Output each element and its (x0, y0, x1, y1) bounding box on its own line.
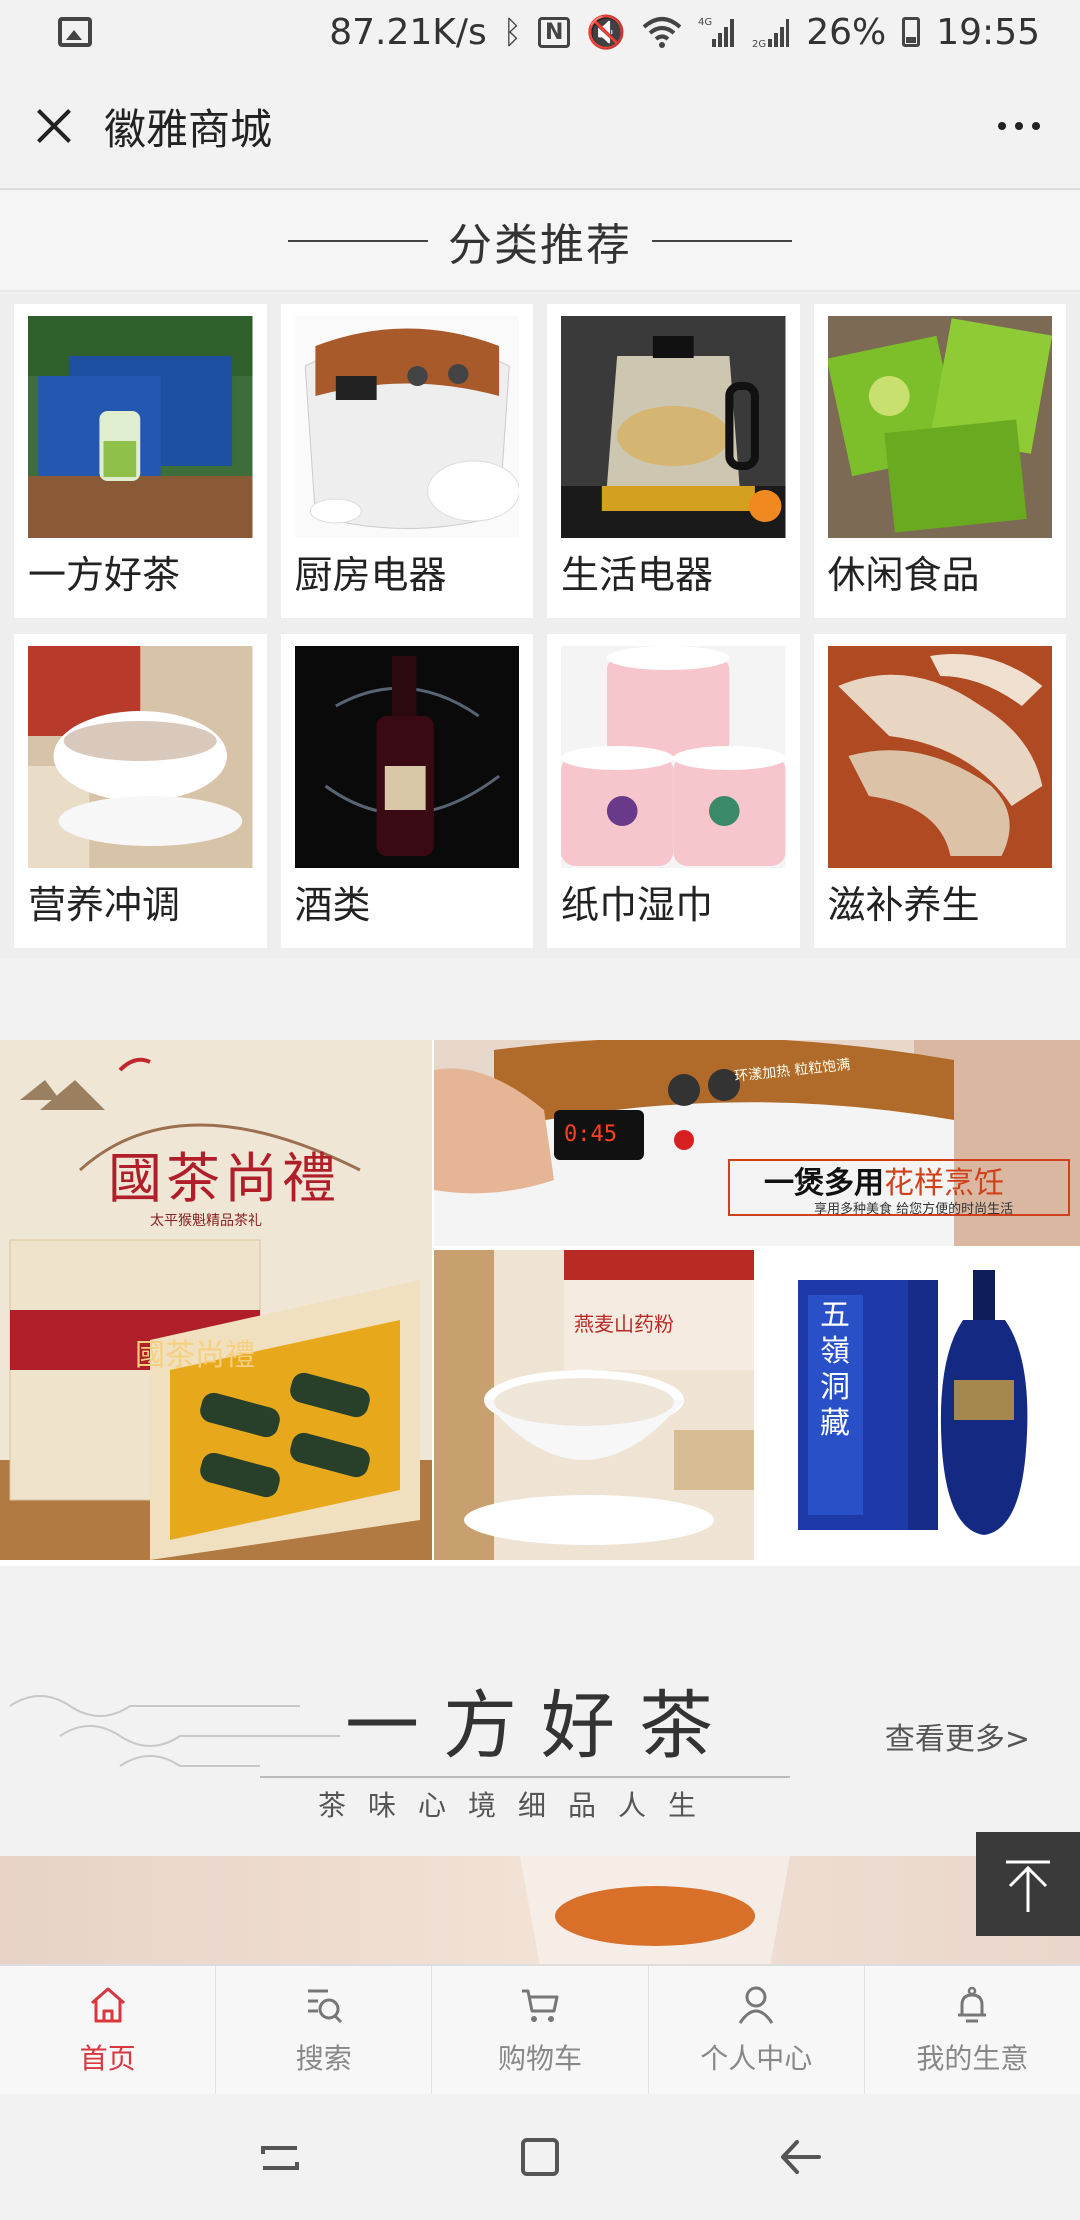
mute-icon: 🔇 (586, 13, 627, 51)
home-icon (90, 1987, 125, 2023)
search-icon (307, 1989, 342, 2024)
category-grid: 一方好茶 厨房电器 生活电器 休闲食品 营养冲调 酒类 纸巾湿巾 滋补养生 (0, 294, 1080, 958)
category-label: 生活电器 (561, 553, 714, 597)
user-icon (738, 1986, 774, 2024)
bluetooth-icon: ᛒ (502, 13, 522, 51)
tea-section-title: 一方好茶 (345, 1683, 737, 1769)
signal-4g-icon: 4G (698, 17, 735, 47)
banner-rice-cooker[interactable]: 0:45 环漾加热 粒粒饱满 一煲多用花样烹饪 享用多种美食 给您方便的时尚生活 (434, 1040, 1080, 1246)
category-label: 滋补养生 (827, 883, 980, 927)
battery-percent: 26% (806, 11, 887, 53)
banner-cooker-slogan: 一煲多用花样烹饪 (764, 1158, 1004, 1202)
more-options-icon[interactable] (988, 102, 1050, 150)
tab-label: 个人中心 (700, 2042, 813, 2075)
divider-left (288, 240, 428, 242)
category-liquor[interactable]: 酒类 (280, 634, 533, 948)
category-label: 一方好茶 (28, 553, 181, 597)
banner-tea-gift[interactable]: 國茶尚禮 太平猴魁精品茶礼 國茶尚禮 (0, 1040, 432, 1560)
signal-2g-icon: 2G (752, 19, 790, 49)
business-icon (958, 1986, 987, 2023)
tab-cart[interactable]: 购物车 (432, 1966, 649, 2094)
banner-liquor[interactable]: 五嶺洞藏 (758, 1250, 1080, 1560)
tab-search[interactable]: 搜索 (216, 1966, 433, 2094)
tab-business[interactable]: 我的生意 (865, 1966, 1080, 2094)
category-liquor-image (294, 646, 519, 868)
banner-cooker-display: 0:45 (564, 1122, 617, 1147)
tea-section-header: 一方好茶 茶味心境细品人生 查看更多> (0, 1566, 1080, 1856)
promo-banners: 國茶尚禮 太平猴魁精品茶礼 國茶尚禮 0:45 环漾加热 粒粒饱满 一煲多用花样… (0, 1040, 1080, 1566)
banner-cooker-slogan-b: 花样烹饪 (884, 1166, 1004, 1201)
category-kitchen-appliance[interactable]: 厨房电器 (280, 304, 533, 618)
wifi-icon (642, 17, 682, 48)
svg-text:4G: 4G (698, 17, 712, 28)
tab-profile[interactable]: 个人中心 (649, 1966, 865, 2094)
banner-cooker-small: 享用多种美食 给您方便的时尚生活 (814, 1202, 1014, 1217)
tab-label: 首页 (79, 2042, 136, 2075)
page-title: 徽雅商城 (104, 104, 273, 154)
back-icon[interactable] (765, 2122, 835, 2192)
category-section-header: 分类推荐 (0, 192, 1080, 292)
divider-right (652, 240, 792, 242)
category-tissues-image (561, 646, 786, 868)
category-health-tonics-image (827, 646, 1052, 868)
tab-label: 购物车 (498, 2042, 583, 2075)
category-tea[interactable]: 一方好茶 (14, 304, 267, 618)
category-home-appliance-image (561, 316, 786, 538)
category-label: 酒类 (294, 883, 371, 927)
category-label: 厨房电器 (294, 553, 447, 597)
tab-home[interactable]: 首页 (0, 1966, 217, 2094)
clock: 19:55 (936, 11, 1040, 53)
category-snacks-image (827, 316, 1052, 538)
tab-label: 搜索 (295, 2042, 352, 2075)
arrow-up-icon (1006, 1860, 1050, 1912)
category-nutrition-drinks-image (28, 646, 253, 868)
back-to-top-button[interactable] (976, 1832, 1080, 1936)
network-speed: 87.21K/s (329, 11, 487, 53)
banner-tea-title: 國茶尚禮 (108, 1147, 340, 1210)
tab-label: 我的生意 (916, 2042, 1029, 2075)
banner-powder-label: 燕麦山药粉 (574, 1312, 674, 1336)
banner-tea-subtitle: 太平猴魁精品茶礼 (150, 1213, 262, 1229)
banner-oat-powder[interactable]: 燕麦山药粉 (434, 1250, 754, 1560)
category-home-appliance[interactable]: 生活电器 (547, 304, 800, 618)
nfc-icon: N (537, 16, 571, 48)
category-section-title: 分类推荐 (448, 220, 632, 271)
category-health-tonics[interactable]: 滋补养生 (813, 634, 1066, 948)
banner-tea-box-text: 國茶尚禮 (135, 1338, 255, 1373)
image-icon (58, 17, 92, 47)
tea-product-image[interactable] (0, 1856, 1080, 1966)
home-button-icon[interactable] (505, 2122, 575, 2192)
banner-liquor-name: 五嶺洞藏 (820, 1298, 850, 1441)
view-more-link[interactable]: 查看更多> (885, 1714, 1030, 1758)
close-icon[interactable] (30, 102, 78, 150)
status-bar-right: 87.21K/s ᛒ N 🔇 4G 2G 26% 19:55 (329, 12, 1040, 53)
cart-icon (522, 1989, 559, 2022)
tea-section-subtitle: 茶味心境细品人生 (318, 1789, 719, 1822)
category-kitchen-appliance-image (294, 316, 519, 538)
category-snacks[interactable]: 休闲食品 (813, 304, 1066, 618)
battery-icon (902, 17, 921, 47)
system-navigation-bar (0, 2094, 1080, 2220)
recent-apps-icon[interactable] (245, 2122, 315, 2192)
category-label: 纸巾湿巾 (561, 883, 714, 927)
category-label: 休闲食品 (827, 553, 980, 597)
banner-cooker-slogan-a: 一煲多用 (764, 1166, 884, 1201)
bottom-tab-bar: 首页 搜索 购物车 个人中心 我的生意 (0, 1964, 1080, 2094)
tea-section-divider (260, 1776, 790, 1778)
app-header: 徽雅商城 (0, 64, 1080, 190)
svg-text:2G: 2G (752, 39, 766, 49)
category-tea-image (28, 316, 253, 538)
category-tissues[interactable]: 纸巾湿巾 (547, 634, 800, 948)
category-nutrition-drinks[interactable]: 营养冲调 (14, 634, 267, 948)
status-bar: 87.21K/s ᛒ N 🔇 4G 2G 26% 19:55 (0, 0, 1080, 64)
category-label: 营养冲调 (28, 883, 181, 927)
